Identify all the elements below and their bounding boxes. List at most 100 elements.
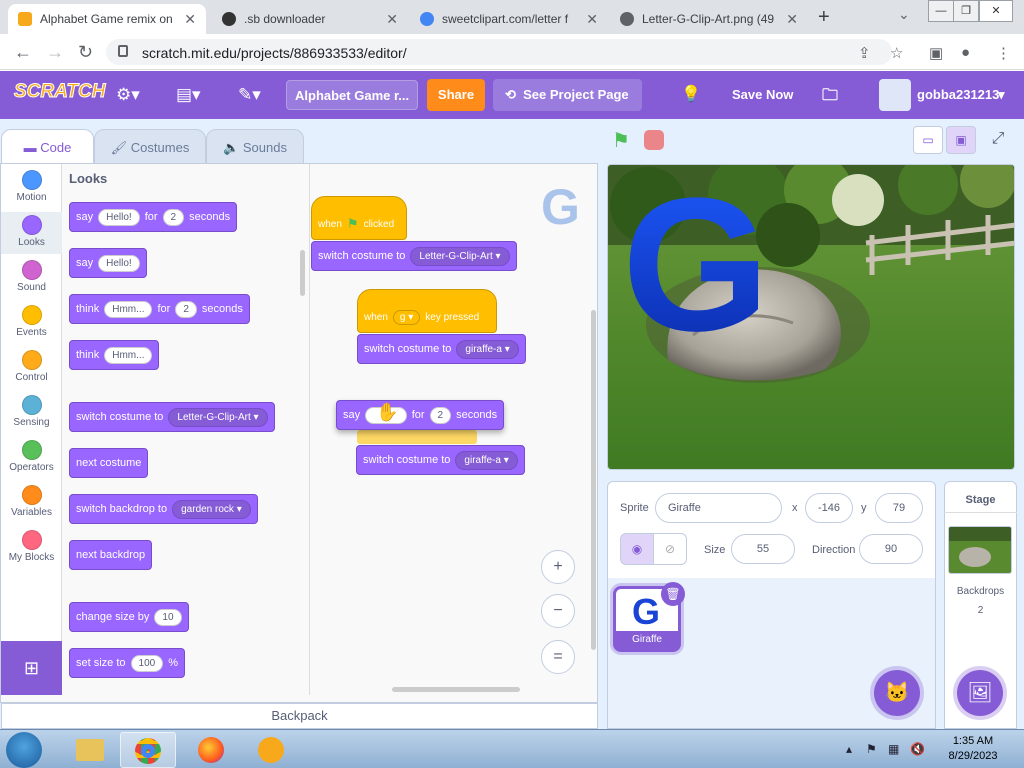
- side-panel-icon[interactable]: ▣: [929, 44, 943, 62]
- costume-dropdown[interactable]: Letter-G-Clip-Art ▾: [410, 246, 510, 266]
- switch-costume-block[interactable]: switch costume to Letter-G-Clip-Art ▾: [69, 402, 275, 432]
- hide-sprite-eye-icon[interactable]: ⊘: [653, 533, 687, 565]
- think-block[interactable]: think Hmm...: [69, 340, 160, 370]
- small-stage-icon[interactable]: ▭: [913, 126, 943, 154]
- green-flag-icon[interactable]: ⚑: [612, 128, 630, 153]
- browser-tab-sweetclipart[interactable]: sweetclipart.com/letter f ✕: [410, 4, 608, 34]
- seconds-input[interactable]: 2: [429, 406, 452, 424]
- start-button[interactable]: [6, 732, 42, 768]
- file-menu-icon[interactable]: ▤▾: [176, 85, 201, 105]
- firefox-taskbar-icon[interactable]: [184, 732, 240, 768]
- category-sound[interactable]: Sound: [1, 260, 62, 293]
- tips-lightbulb-icon[interactable]: 💡: [681, 84, 701, 104]
- category-motion[interactable]: Motion: [1, 170, 62, 203]
- scratch-app-taskbar-icon[interactable]: [244, 732, 300, 768]
- dragged-say-block[interactable]: say Hello! for 2 seconds: [336, 400, 505, 430]
- backdrop-thumbnail[interactable]: [948, 526, 1012, 574]
- system-clock[interactable]: 1:35 AM 8/29/2023: [936, 734, 1010, 764]
- costume-dropdown[interactable]: Letter-G-Clip-Art ▾: [168, 407, 268, 427]
- network-icon[interactable]: ▦: [888, 742, 899, 756]
- account-chevron-down-icon[interactable]: ▾: [998, 87, 1005, 103]
- close-tab-icon[interactable]: ✕: [786, 11, 798, 28]
- choose-backdrop-button[interactable]: 🖼: [957, 670, 1003, 716]
- add-extension-button[interactable]: ⊞: [1, 641, 62, 695]
- browser-tab-scratch[interactable]: Alphabet Game remix on ✕: [8, 4, 206, 34]
- backdrop-dropdown[interactable]: garden rock ▾: [172, 499, 251, 519]
- workspace-horizontal-scrollbar[interactable]: [392, 687, 520, 692]
- browser-menu-icon[interactable]: ⋮: [996, 44, 1011, 62]
- tab-code[interactable]: ▬ Code: [1, 129, 94, 165]
- tab-costumes[interactable]: 🖌 Costumes: [94, 129, 206, 165]
- switch-costume-block[interactable]: switch costume to Letter-G-Clip-Art ▾: [311, 241, 517, 271]
- minimize-button[interactable]: —: [928, 0, 954, 22]
- project-title-field[interactable]: Alphabet Game r...: [286, 80, 418, 110]
- back-arrow-icon[interactable]: ←: [14, 42, 32, 63]
- when-flag-clicked-hat[interactable]: when ⚑ clicked: [311, 196, 407, 240]
- reload-icon[interactable]: ↻: [78, 42, 93, 63]
- browser-tab-sb-downloader[interactable]: .sb downloader ✕: [212, 4, 408, 34]
- seconds-input[interactable]: 2: [162, 208, 185, 226]
- save-now-link[interactable]: Save Now: [732, 87, 793, 102]
- scratch-logo[interactable]: SCRATCH: [14, 81, 106, 109]
- my-stuff-folder-icon[interactable]: 🗀: [822, 84, 838, 111]
- close-tab-icon[interactable]: ✕: [184, 11, 196, 28]
- share-page-icon[interactable]: ⇪: [858, 44, 871, 62]
- costume-dropdown[interactable]: giraffe-a ▾: [455, 450, 518, 470]
- y-position-input[interactable]: 79: [875, 493, 923, 523]
- message-input[interactable]: Hmm...: [104, 346, 153, 364]
- when-key-pressed-hat[interactable]: when g ▾ key pressed: [357, 289, 497, 333]
- zoom-out-button[interactable]: −: [541, 594, 575, 628]
- stage-canvas[interactable]: G: [607, 164, 1015, 470]
- switch-costume-block[interactable]: switch costume to giraffe-a ▾: [357, 334, 526, 364]
- zoom-in-button[interactable]: +: [541, 550, 575, 584]
- category-variables[interactable]: Variables: [1, 485, 62, 518]
- share-button[interactable]: Share: [427, 79, 485, 111]
- close-tab-icon[interactable]: ✕: [386, 11, 398, 28]
- close-tab-icon[interactable]: ✕: [586, 11, 598, 28]
- direction-input[interactable]: 90: [859, 534, 923, 564]
- category-events[interactable]: Events: [1, 305, 62, 338]
- workspace-vertical-scrollbar[interactable]: [591, 310, 596, 650]
- see-project-page-button[interactable]: ⟲ See Project Page: [493, 79, 642, 111]
- tab-sounds[interactable]: 🔈 Sounds: [206, 129, 304, 165]
- x-position-input[interactable]: -146: [805, 493, 853, 523]
- stop-icon[interactable]: [644, 130, 664, 150]
- avatar[interactable]: [879, 79, 911, 111]
- forward-arrow-icon[interactable]: →: [46, 42, 64, 63]
- maximize-button[interactable]: ❐: [953, 0, 979, 22]
- fullscreen-icon[interactable]: ⤢: [983, 126, 1013, 154]
- zoom-reset-button[interactable]: =: [541, 640, 575, 674]
- message-input[interactable]: Hello!: [98, 208, 140, 226]
- next-backdrop-block[interactable]: next backdrop: [69, 540, 153, 570]
- edit-pencil-icon[interactable]: ✎▾: [238, 85, 261, 105]
- large-stage-icon[interactable]: ▣: [946, 126, 976, 154]
- category-operators[interactable]: Operators: [1, 440, 62, 473]
- close-window-button[interactable]: ✕: [979, 0, 1013, 22]
- settings-gear-icon[interactable]: ⚙▾: [116, 85, 140, 105]
- backpack-bar[interactable]: Backpack: [1, 703, 598, 729]
- set-size-block[interactable]: set size to 100 %: [69, 648, 185, 678]
- action-center-flag-icon[interactable]: ⚑: [866, 742, 877, 756]
- key-dropdown[interactable]: g ▾: [392, 309, 421, 325]
- say-block[interactable]: say Hello!: [69, 248, 147, 278]
- volume-muted-icon[interactable]: 🔇: [910, 742, 925, 756]
- seconds-input[interactable]: 2: [175, 300, 197, 318]
- category-looks[interactable]: Looks: [1, 212, 62, 254]
- category-sensing[interactable]: Sensing: [1, 395, 62, 428]
- show-hidden-icons-icon[interactable]: ▴: [846, 742, 852, 756]
- sprite-name-input[interactable]: Giraffe: [655, 493, 782, 523]
- size-input[interactable]: 100: [130, 654, 164, 672]
- tab-list-chevron-icon[interactable]: ⌄: [898, 6, 910, 23]
- switch-costume-block[interactable]: switch costume to giraffe-a ▾: [356, 445, 525, 475]
- category-control[interactable]: Control: [1, 350, 62, 383]
- size-input[interactable]: 55: [731, 534, 795, 564]
- file-explorer-taskbar-icon[interactable]: [62, 732, 118, 768]
- think-for-seconds-block[interactable]: think Hmm... for 2 seconds: [69, 294, 250, 324]
- browser-tab-letter-g-png[interactable]: Letter-G-Clip-Art.png (49 ✕: [610, 4, 808, 34]
- new-tab-button[interactable]: +: [818, 6, 830, 29]
- url-field[interactable]: scratch.mit.edu/projects/886933533/edito…: [106, 39, 892, 65]
- costume-dropdown[interactable]: giraffe-a ▾: [456, 339, 519, 359]
- message-input[interactable]: Hello!: [98, 254, 140, 272]
- change-size-block[interactable]: change size by 10: [69, 602, 189, 632]
- message-input[interactable]: Hmm...: [104, 300, 153, 318]
